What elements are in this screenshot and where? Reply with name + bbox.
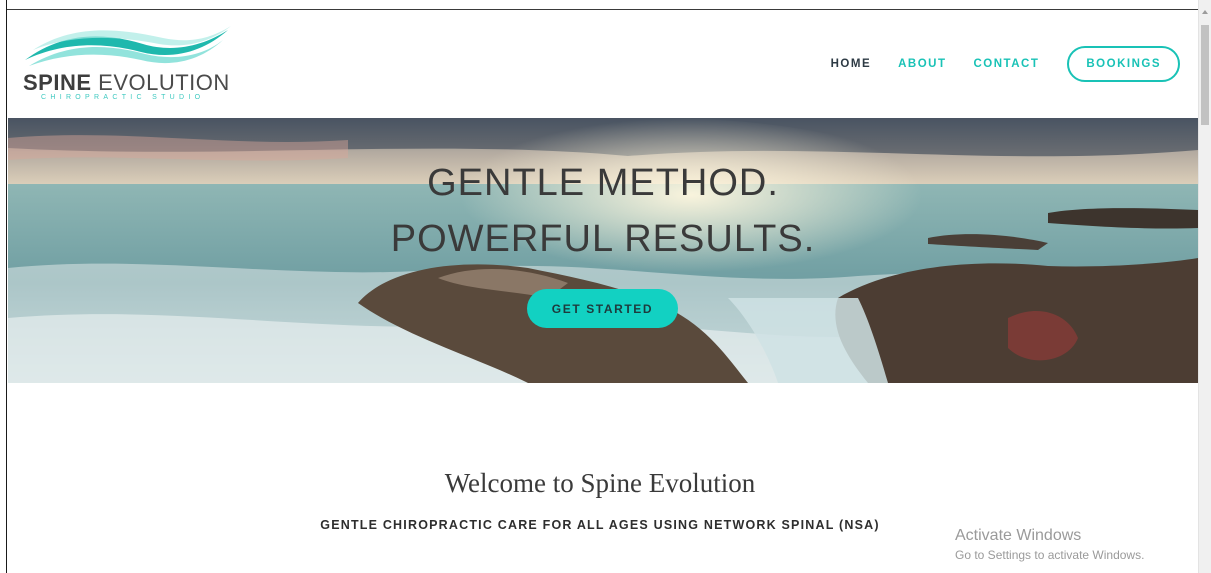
activate-windows-message: Go to Settings to activate Windows. [955,548,1145,562]
activate-windows-title: Activate Windows [955,527,1082,544]
site-header: SPINE EVOLUTION CHIROPRACTIC STUDIO HOME… [8,10,1198,118]
activate-windows-watermark: Activate Windows Go to Settings to activ… [955,527,1144,562]
hero-heading-line1: GENTLE METHOD. [427,162,779,204]
bookings-button[interactable]: BOOKINGS [1067,46,1180,82]
nav-contact-link[interactable]: CONTACT [974,58,1040,70]
hero-banner: GENTLE METHOD. POWERFUL RESULTS. GET STA… [8,118,1198,383]
logo-tagline: CHIROPRACTIC STUDIO [41,94,205,101]
scroll-up-arrow-icon[interactable] [1202,10,1208,14]
welcome-heading: Welcome to Spine Evolution [444,468,756,498]
scrollbar-thumb[interactable] [1201,25,1209,125]
nav-home-link[interactable]: HOME [831,58,872,70]
site-logo[interactable]: SPINE EVOLUTION CHIROPRACTIC STUDIO [23,26,233,106]
nav-about-link[interactable]: ABOUT [898,58,946,70]
logo-wordmark: SPINE EVOLUTION [23,70,230,95]
wave-logo-icon [25,26,231,66]
hero-heading-line2: POWERFUL RESULTS. [390,218,816,260]
main-nav: HOME ABOUT CONTACT BOOKINGS [804,46,1180,82]
get-started-button[interactable]: GET STARTED [527,289,678,328]
vertical-scrollbar[interactable] [1198,0,1211,573]
